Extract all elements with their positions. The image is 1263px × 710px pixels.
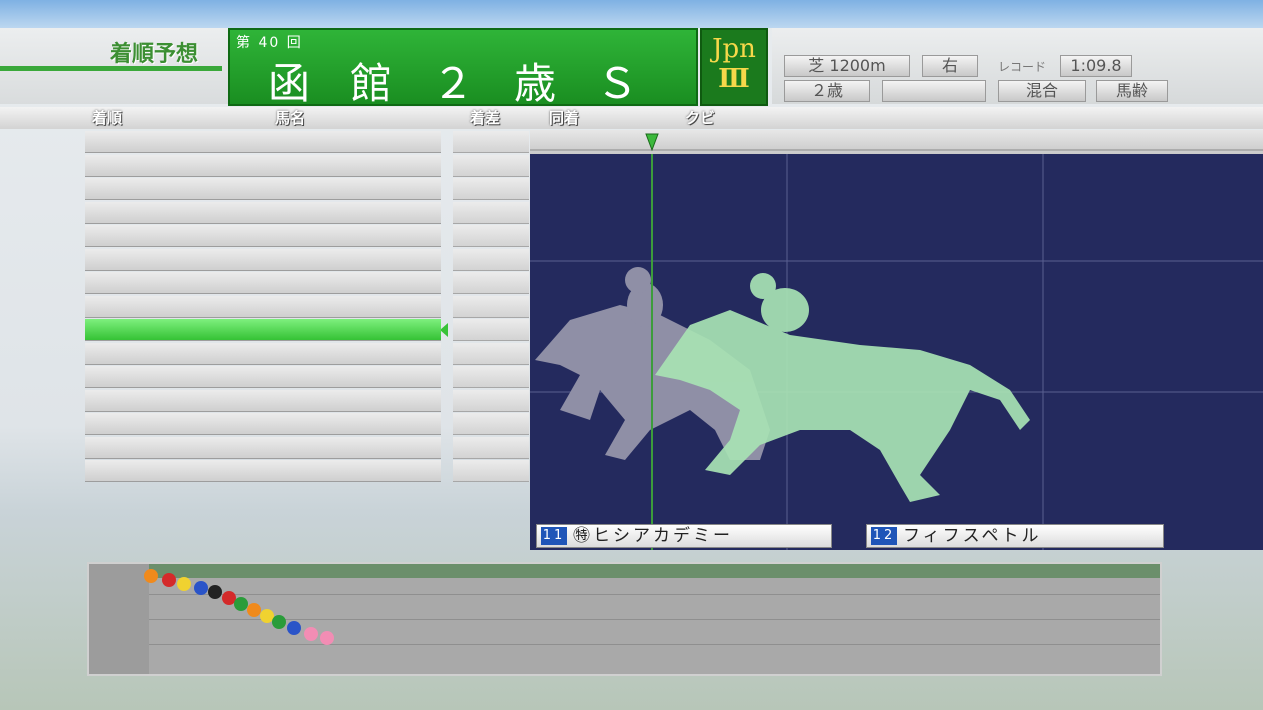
- table-row-bg: [85, 201, 441, 224]
- margin-cell-bg: [453, 248, 529, 271]
- race-edition: 第 40 回: [236, 35, 303, 51]
- photo-horse-left: 11 ㊕ヒシアカデミー: [536, 524, 832, 548]
- margin-cell-bg: [453, 366, 529, 388]
- race-name: 函館２歳Ｓ: [268, 59, 679, 108]
- table-row-bg: [85, 366, 441, 388]
- margin-cell-bg: [453, 201, 529, 224]
- margin-cell-bg: [453, 342, 529, 365]
- race-overview-panel: [87, 562, 1162, 676]
- horse-silhouette-12: [655, 273, 1030, 502]
- blank-condition: [882, 80, 986, 102]
- prediction-title: 着順予想: [110, 42, 199, 67]
- table-row-bg: [85, 342, 441, 365]
- col-margin: 着差: [469, 109, 500, 127]
- photo-horse-left-name: ㊕ヒシアカデミー: [573, 526, 733, 546]
- margin-cell-bg: [453, 413, 529, 435]
- col-kubi[interactable]: クビ: [660, 108, 740, 128]
- margin-cell-bg: [453, 225, 529, 247]
- table-row-bg: [85, 295, 441, 318]
- photo-finish-panel: [530, 130, 1263, 550]
- margin-cell-bg: [453, 460, 529, 482]
- margin-cell-bg: [453, 389, 529, 412]
- title-underline: [0, 66, 222, 71]
- race-overview-track: [144, 564, 1160, 674]
- table-row-bg: [85, 248, 441, 271]
- table-row-bg: [85, 272, 441, 294]
- weight-condition: 馬齢: [1096, 80, 1168, 102]
- table-row-bg: [85, 436, 441, 459]
- age-condition: ２歳: [784, 80, 870, 102]
- table-row-bg: [85, 460, 441, 482]
- margin-decrease-arrow-icon[interactable]: [440, 323, 448, 337]
- column-header-bar: [0, 107, 1263, 129]
- photo-horse-right: 12 フィフスペトル: [866, 524, 1164, 548]
- margin-cell-bg: [453, 295, 529, 318]
- margin-cell-bg: [453, 436, 529, 459]
- surface-distance: 芝 1200m: [784, 55, 910, 77]
- record-time: 1:09.8: [1060, 55, 1132, 77]
- table-row-bg: [85, 319, 441, 341]
- col-order: 着順: [91, 109, 122, 127]
- finish-marker-icon: [645, 133, 659, 152]
- photo-finish-image: [530, 140, 1263, 550]
- margin-cell-bg: [453, 154, 529, 177]
- photo-horse-right-name: フィフスペトル: [903, 526, 1042, 546]
- photo-ruler: [530, 130, 1263, 154]
- grade-bottom: Ⅲ: [718, 64, 750, 94]
- photo-horse-right-number: 12: [871, 527, 897, 545]
- margin-cell-bg: [453, 178, 529, 200]
- table-row-bg: [85, 225, 441, 247]
- table-row-bg: [85, 413, 441, 435]
- grade-badge: Jpn Ⅲ: [700, 28, 768, 106]
- col-horse-name: 馬名: [274, 109, 305, 127]
- col-dead-heat[interactable]: 同着: [536, 108, 592, 128]
- sky-strip: [0, 0, 1263, 28]
- direction: 右: [922, 55, 978, 77]
- table-row-bg: [85, 178, 441, 200]
- sex-condition: 混合: [998, 80, 1086, 102]
- margin-cell-bg: [453, 272, 529, 294]
- table-row-bg: [85, 131, 441, 153]
- record-label: レコード: [998, 60, 1047, 74]
- margin-cell-bg: [453, 131, 529, 153]
- table-row-bg: [85, 154, 441, 177]
- race-info-panel: 芝 1200m 右 レコード 1:09.8 ２歳 混合 馬齢: [772, 28, 1263, 104]
- margin-cell-bg: [453, 319, 529, 341]
- grade-top: Jpn: [712, 34, 756, 64]
- table-row-bg: [85, 389, 441, 412]
- photo-horse-left-number: 11: [541, 527, 567, 545]
